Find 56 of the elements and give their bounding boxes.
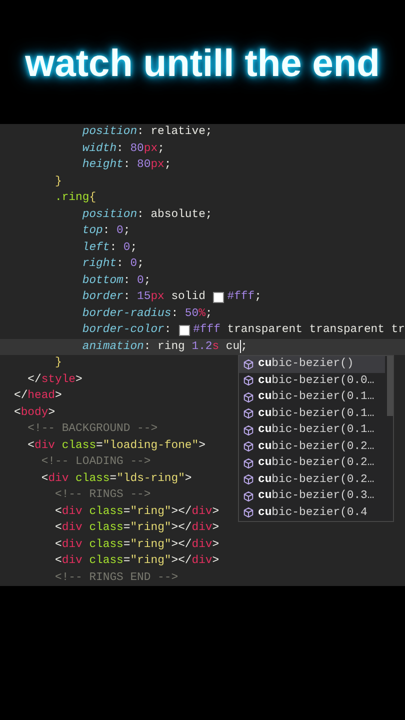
code-text: <!-- RINGS END -->: [54, 570, 178, 586]
suggestion-item[interactable]: cubic-bezier(0.2…: [239, 455, 385, 472]
code-text: <div class="ring"></div>: [54, 554, 220, 569]
suggestion-item[interactable]: cubic-bezier(0.4: [239, 504, 385, 521]
suggestion-item[interactable]: cubic-bezier(0.2…: [239, 472, 385, 488]
cube-icon: [243, 507, 254, 518]
cube-icon: [243, 358, 254, 370]
code-text: #fff transparent transparent tr: [193, 322, 405, 338]
suggestion-item[interactable]: cubic-bezier(0.1…: [239, 389, 385, 406]
code-text: <!-- BACKGROUND -->: [26, 422, 158, 437]
code-text: left: 0;: [81, 240, 138, 256]
suggestion-item[interactable]: cubic-bezier(0.3…: [239, 488, 385, 504]
code-text: border-color:: [81, 322, 172, 338]
suggestion-item[interactable]: cubic-bezier(): [239, 356, 385, 372]
code-text: .ring{: [54, 190, 96, 206]
code-text: width: 80px;: [81, 142, 164, 156]
code-text: <div class="ring"></div>: [54, 538, 220, 552]
code-text: height: 80px;: [81, 158, 172, 173]
cube-icon: [243, 392, 254, 403]
code-text: ;: [240, 340, 248, 354]
suggestion-item[interactable]: cubic-bezier(0.1…: [239, 422, 385, 438]
code-text: <div class="lds-ring">: [40, 472, 192, 486]
code-text: <div class="ring"></div>: [54, 504, 220, 520]
code-text: top: 0;: [81, 224, 130, 239]
code-text: bottom: 0;: [81, 274, 151, 288]
cube-icon: [243, 424, 254, 436]
code-text: </head>: [14, 388, 62, 404]
cube-icon: [243, 474, 254, 486]
code-text: <div class="loading-fone">: [26, 438, 206, 454]
overlay-caption: watch untill the end: [25, 42, 380, 86]
code-text: position: relative;: [81, 124, 212, 140]
text-cursor: [240, 340, 241, 354]
code-text: border: 15px solid: [81, 290, 206, 305]
suggestion-item[interactable]: cubic-bezier(0.2…: [239, 438, 385, 455]
suggestion-item[interactable]: cubic-bezier(0.0…: [239, 372, 385, 389]
suggestion-item[interactable]: cubic-bezier(0.1…: [239, 406, 385, 422]
code-text: <div class="ring"></div>: [54, 520, 220, 536]
code-text: border-radius: 50%;: [81, 306, 212, 322]
code-text: animation: ring 1.2s cu: [81, 340, 240, 354]
code-text: position: absolute;: [81, 208, 212, 222]
code-text: #fff;: [227, 290, 262, 305]
color-swatch[interactable]: [179, 324, 190, 336]
color-swatch[interactable]: [213, 292, 224, 303]
cube-icon: [243, 441, 254, 452]
code-text: }: [54, 174, 62, 190]
code-text: }: [54, 356, 62, 371]
code-text: <!-- LOADING -->: [40, 455, 151, 470]
cube-icon: [243, 490, 254, 502]
scrollbar[interactable]: [387, 356, 393, 416]
code-text: <!-- RINGS -->: [54, 488, 151, 503]
code-text: <body>: [14, 406, 56, 420]
code-text: </style>: [26, 372, 82, 388]
cube-icon: [243, 375, 254, 386]
code-text: right: 0;: [81, 256, 144, 272]
cube-icon: [243, 458, 254, 469]
cube-icon: [243, 408, 254, 420]
